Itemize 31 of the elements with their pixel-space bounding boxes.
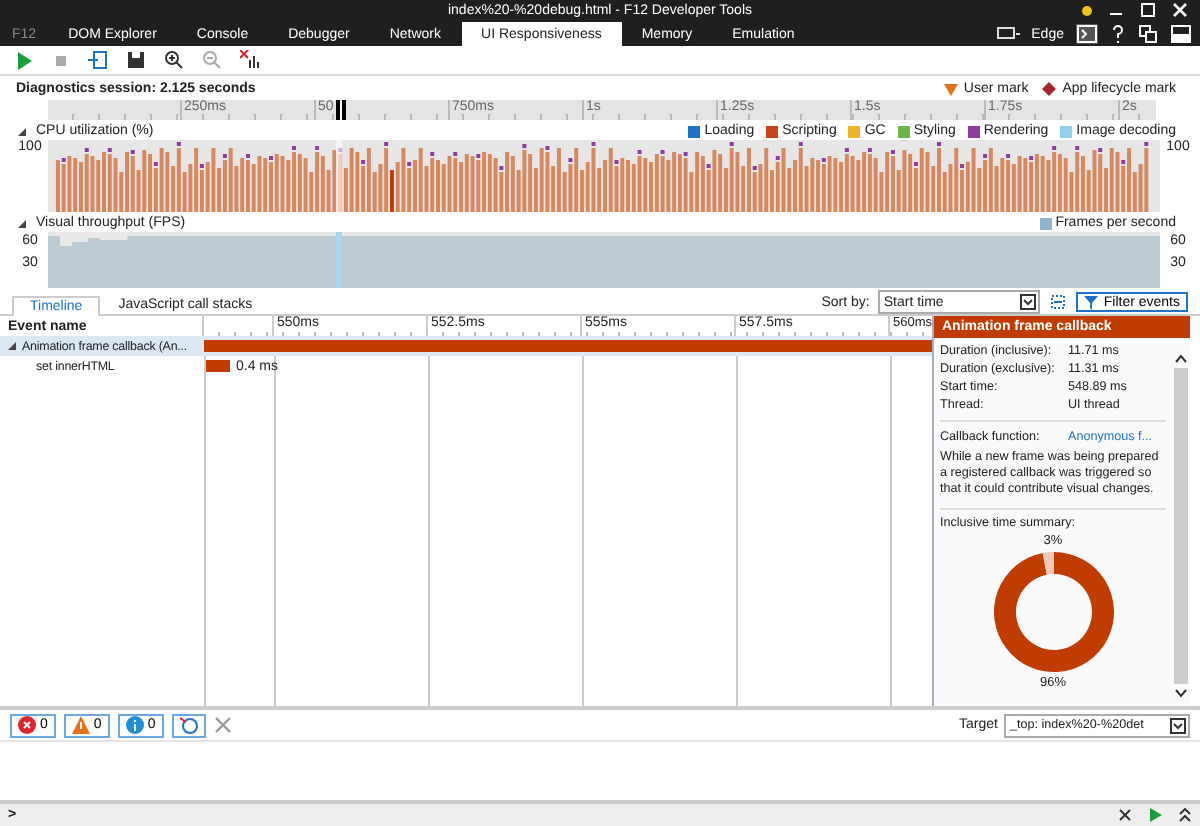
maximize-icon[interactable] <box>1140 2 1156 18</box>
selection-handle[interactable] <box>336 100 346 120</box>
monitor-icon[interactable] <box>995 26 1020 42</box>
preserve-log-button[interactable] <box>171 713 206 737</box>
filter-icon <box>1083 295 1098 309</box>
scroll-up-icon[interactable] <box>1174 354 1188 364</box>
error-icon <box>18 716 36 734</box>
scroll-down-icon[interactable] <box>1174 688 1188 698</box>
notification-dot-icon[interactable] <box>1082 5 1092 15</box>
dock-icon[interactable] <box>1170 24 1192 44</box>
clear-icon[interactable] <box>213 716 232 734</box>
play-icon[interactable] <box>16 51 34 69</box>
run-icon[interactable] <box>1148 808 1162 822</box>
clear-input-icon[interactable] <box>1118 808 1132 822</box>
expand-toggle-icon[interactable] <box>8 341 18 351</box>
dropdown-arrow-icon[interactable] <box>1170 717 1186 733</box>
undock-icon[interactable] <box>1138 24 1158 44</box>
save-icon[interactable] <box>126 50 146 70</box>
help-icon[interactable] <box>1110 24 1126 44</box>
warning-icon <box>71 716 90 734</box>
import-icon[interactable] <box>88 50 108 70</box>
expand-icon[interactable] <box>1178 808 1192 822</box>
info-icon <box>125 716 144 734</box>
collapse-icon[interactable] <box>16 217 28 229</box>
collapse-icon[interactable] <box>16 125 28 137</box>
close-icon[interactable] <box>1172 2 1188 18</box>
dropdown-arrow-icon[interactable] <box>1019 294 1036 310</box>
fit-selection-icon[interactable] <box>1047 292 1068 312</box>
clear-chart-icon[interactable] <box>240 50 262 70</box>
console-icon[interactable] <box>1076 24 1098 44</box>
zoom-in-icon[interactable] <box>164 50 184 70</box>
